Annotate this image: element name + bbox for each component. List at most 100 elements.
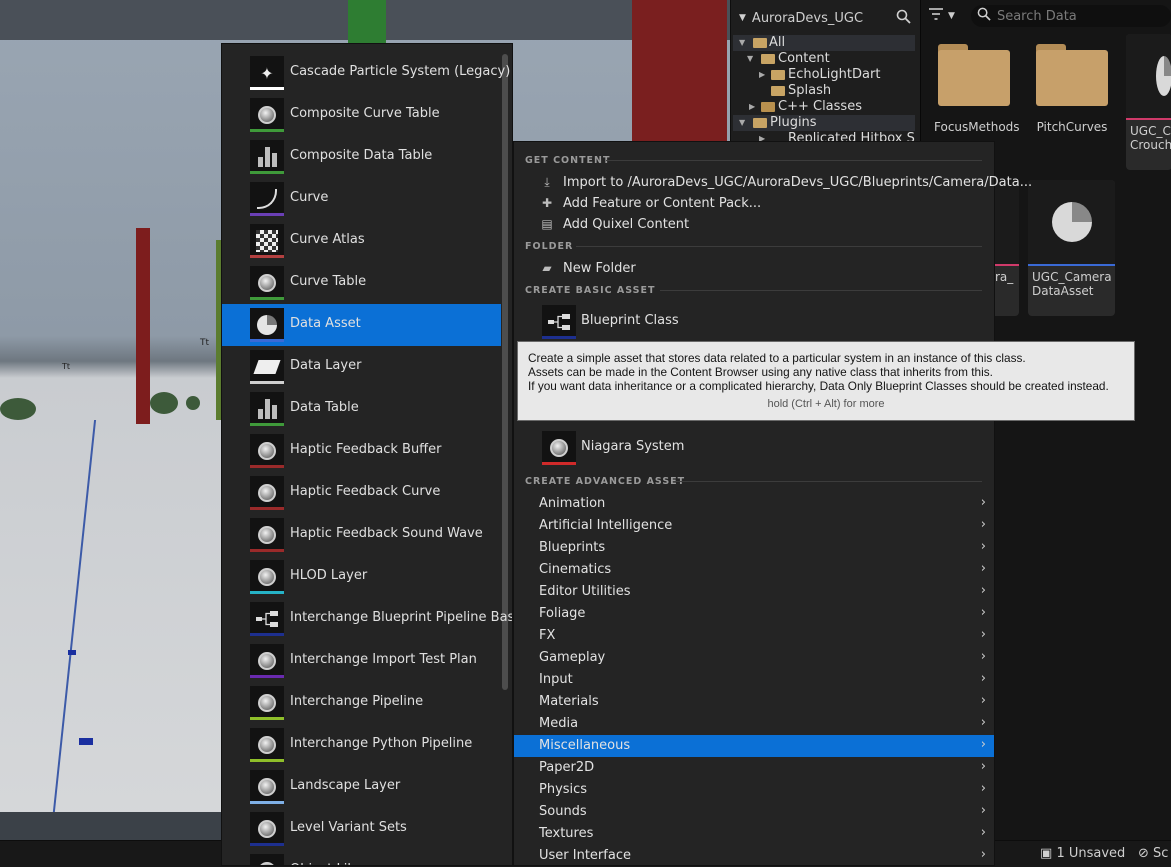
collapsed-arrow-icon[interactable]: ▶ bbox=[759, 67, 765, 83]
new-folder-menu-item[interactable]: ▰ New Folder bbox=[514, 258, 994, 279]
advanced-category-item[interactable]: User Interface › bbox=[514, 845, 994, 867]
add-quixel-menu-item[interactable]: ▤ Add Quixel Content bbox=[514, 214, 994, 235]
asset-class-list-menu: ✦ Cascade Particle System (Legacy) Composi… bbox=[221, 43, 513, 866]
bars-icon bbox=[250, 392, 284, 426]
asset-class-label: Data Asset bbox=[290, 316, 361, 331]
asset-class-item[interactable]: Haptic Feedback Buffer bbox=[222, 430, 501, 472]
expand-arrow-icon[interactable]: ▼ bbox=[739, 115, 745, 131]
category-label: Editor Utilities bbox=[539, 584, 631, 599]
source-tree-header[interactable]: ▼ AuroraDevs_UGC bbox=[731, 0, 921, 36]
asset-class-item[interactable]: Data Asset bbox=[222, 304, 501, 346]
folder-icon bbox=[753, 38, 767, 48]
asset-class-item[interactable]: Data Table bbox=[222, 388, 501, 430]
section-header-get-content: GET CONTENT bbox=[525, 155, 611, 166]
add-feature-pack-menu-item[interactable]: ✚ Add Feature or Content Pack... bbox=[514, 193, 994, 214]
asset-class-item[interactable]: Curve Atlas bbox=[222, 220, 501, 262]
asset-class-item[interactable]: Landscape Layer bbox=[222, 766, 501, 808]
unsaved-indicator[interactable]: ▣ 1 Unsaved bbox=[1040, 846, 1125, 861]
tree-item-content[interactable]: ▼ Content bbox=[733, 51, 915, 67]
category-label: Artificial Intelligence bbox=[539, 518, 673, 533]
asset-class-label: Level Variant Sets bbox=[290, 820, 407, 835]
advanced-category-item[interactable]: Materials › bbox=[514, 691, 994, 713]
filter-button[interactable]: ▼ bbox=[928, 4, 963, 28]
pie-icon bbox=[250, 308, 284, 342]
asset-class-item[interactable]: Composite Data Table bbox=[222, 136, 501, 178]
asset-class-item[interactable]: Object Library bbox=[222, 850, 501, 865]
asset-class-item[interactable]: Haptic Feedback Curve bbox=[222, 472, 501, 514]
asset-class-item[interactable]: Interchange Blueprint Pipeline Base bbox=[222, 598, 512, 640]
search-icon[interactable] bbox=[896, 9, 911, 28]
asset-class-item[interactable]: Curve bbox=[222, 178, 501, 220]
menu-item-label: New Folder bbox=[563, 261, 636, 276]
asset-class-item[interactable]: Interchange Import Test Plan bbox=[222, 640, 501, 682]
floor-marker bbox=[79, 738, 93, 745]
advanced-category-item[interactable]: Editor Utilities › bbox=[514, 581, 994, 603]
asset-class-item[interactable]: Composite Curve Table bbox=[222, 94, 501, 136]
scrollbar[interactable] bbox=[502, 54, 508, 690]
advanced-category-item[interactable]: Input › bbox=[514, 669, 994, 691]
content-browser-tree: ▼ AuroraDevs_UGC ▼ All ▼ Content ▶ EchoL… bbox=[730, 0, 921, 145]
asset-tile[interactable]: UGC_CaCrouch bbox=[1126, 34, 1171, 170]
floor-grid-line bbox=[49, 420, 97, 840]
category-label: Input bbox=[539, 672, 573, 687]
asset-class-label: Interchange Pipeline bbox=[290, 694, 424, 709]
tooltip-line: Create a simple asset that stores data r… bbox=[528, 351, 1026, 365]
folder-tile[interactable]: PitchCurves bbox=[1032, 40, 1112, 140]
advanced-category-item[interactable]: Sounds › bbox=[514, 801, 994, 823]
advanced-category-item[interactable]: Animation › bbox=[514, 493, 994, 515]
menu-item-label: Add Feature or Content Pack... bbox=[563, 196, 762, 211]
asset-class-item[interactable]: Data Layer bbox=[222, 346, 501, 388]
import-menu-item[interactable]: ⤓ Import to /AuroraDevs_UGC/AuroraDevs_U… bbox=[514, 172, 1032, 193]
category-label: Foliage bbox=[539, 606, 586, 621]
expand-arrow-icon[interactable]: ▼ bbox=[739, 35, 745, 51]
category-label: Cinematics bbox=[539, 562, 612, 577]
tree-item-echolightdart[interactable]: ▶ EchoLightDart bbox=[733, 67, 915, 83]
bush bbox=[186, 396, 200, 410]
asset-tile[interactable]: UGC_Camera DataAsset bbox=[1028, 180, 1115, 316]
source-control-button[interactable]: ⊘ Sc bbox=[1138, 846, 1168, 861]
tree-item-label: Content bbox=[778, 51, 830, 66]
asset-class-item[interactable]: Interchange Pipeline bbox=[222, 682, 501, 724]
asset-class-item[interactable]: Curve Table bbox=[222, 262, 501, 304]
chevron-down-icon: ▼ bbox=[948, 11, 955, 21]
tree-item-cpp-classes[interactable]: ▶ C++ Classes bbox=[733, 99, 915, 115]
search-icon bbox=[977, 7, 991, 25]
tree-item-plugins[interactable]: ▼ Plugins bbox=[733, 115, 915, 131]
advanced-category-item[interactable]: Textures › bbox=[514, 823, 994, 845]
advanced-category-item[interactable]: Paper2D › bbox=[514, 757, 994, 779]
search-input[interactable]: Search Data bbox=[970, 5, 1171, 27]
category-label: Miscellaneous bbox=[539, 738, 631, 753]
advanced-category-item[interactable]: Physics › bbox=[514, 779, 994, 801]
chevron-right-icon: › bbox=[980, 583, 986, 598]
advanced-category-item[interactable]: Cinematics › bbox=[514, 559, 994, 581]
blueprint-class-menu-item[interactable]: Blueprint Class bbox=[514, 301, 994, 343]
chevron-right-icon: › bbox=[980, 605, 986, 620]
tree-item-label: All bbox=[769, 35, 786, 50]
advanced-category-item[interactable]: Blueprints › bbox=[514, 537, 994, 559]
folder-tile[interactable]: FocusMethods bbox=[934, 40, 1020, 140]
advanced-category-item[interactable]: FX › bbox=[514, 625, 994, 647]
folder-icon bbox=[938, 50, 1010, 106]
tree-item-label: C++ Classes bbox=[778, 99, 862, 114]
asset-class-item[interactable]: Level Variant Sets bbox=[222, 808, 501, 850]
asset-class-label: Haptic Feedback Buffer bbox=[290, 442, 442, 457]
asset-class-item[interactable]: ✦ Cascade Particle System (Legacy) bbox=[222, 52, 510, 94]
chevron-right-icon: › bbox=[980, 693, 986, 708]
advanced-category-item[interactable]: Artificial Intelligence › bbox=[514, 515, 994, 537]
asset-class-item[interactable]: Interchange Python Pipeline bbox=[222, 724, 501, 766]
asset-class-item[interactable]: Haptic Feedback Sound Wave bbox=[222, 514, 501, 556]
advanced-category-item[interactable]: Gameplay › bbox=[514, 647, 994, 669]
collapse-triangle-icon[interactable]: ▼ bbox=[739, 13, 746, 23]
tree-item-all[interactable]: ▼ All bbox=[733, 35, 915, 51]
asset-class-item[interactable]: HLOD Layer bbox=[222, 556, 501, 598]
tree-item-splash[interactable]: Splash bbox=[733, 83, 915, 99]
advanced-category-item[interactable]: Foliage › bbox=[514, 603, 994, 625]
asset-thumbnail bbox=[1028, 180, 1115, 264]
advanced-category-item[interactable]: Media › bbox=[514, 713, 994, 735]
red-pillar bbox=[136, 228, 150, 424]
expand-arrow-icon[interactable]: ▼ bbox=[747, 51, 753, 67]
sphere-icon bbox=[250, 434, 284, 468]
advanced-category-item[interactable]: Miscellaneous › bbox=[514, 735, 994, 757]
collapsed-arrow-icon[interactable]: ▶ bbox=[749, 99, 755, 115]
niagara-system-menu-item[interactable]: Niagara System bbox=[514, 427, 994, 469]
